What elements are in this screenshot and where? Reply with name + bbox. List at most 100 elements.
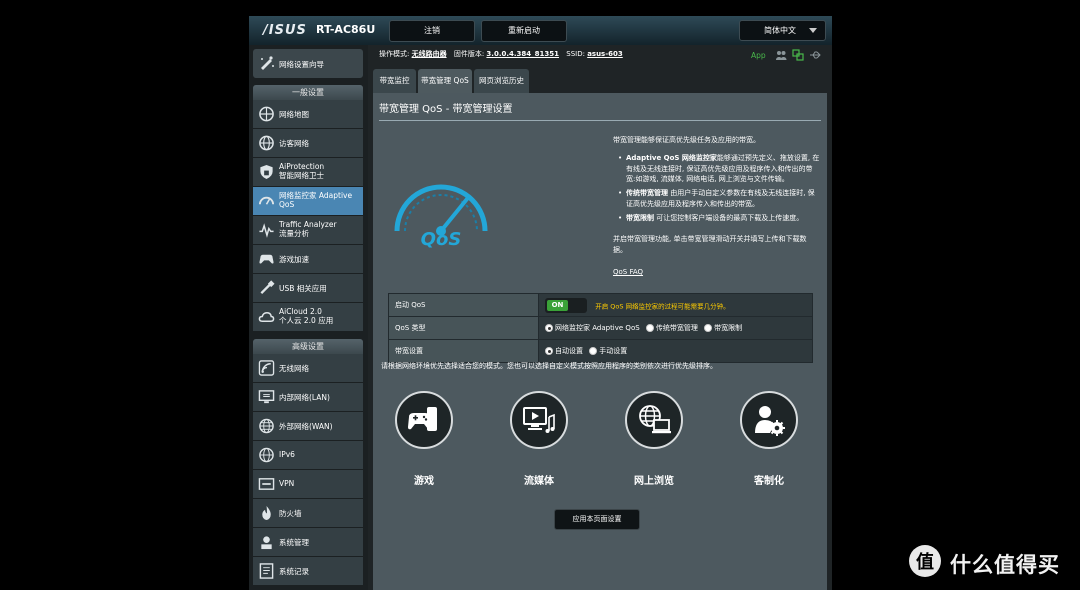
firmware-link[interactable]: 3.0.0.4.384_81351	[486, 50, 559, 58]
sidebar-item-vpn[interactable]: VPN	[253, 470, 363, 499]
mode-customize-label: 客制化	[754, 476, 784, 487]
asus-logo: /ISUS	[263, 23, 307, 38]
sidebar-item-lan[interactable]: 内部网络(LAN)	[253, 383, 363, 412]
ssid-link[interactable]: asus-603	[587, 50, 623, 58]
network-map-icon	[259, 106, 274, 122]
sidebar-item-ipv6-globe[interactable]: IPv6	[253, 441, 363, 470]
tab-bandwidth-monitor[interactable]: 带宽监控	[373, 69, 416, 93]
sidebar-item-aiprotection[interactable]: AiProtection 智能网络卫士	[253, 158, 363, 187]
sidebar-item-guest-network[interactable]: 访客网络	[253, 129, 363, 158]
app-link[interactable]: App	[751, 51, 766, 60]
mode-web-surfing[interactable]: 网上浏览	[619, 391, 689, 487]
ipv6-globe-icon	[259, 447, 274, 463]
operation-mode-label: 操作模式:	[379, 50, 410, 58]
main-panel: 带宽管理 QoS - 带宽管理设置 QoS 带宽管理能够保证高优先级任务及应用的…	[373, 93, 827, 590]
sidebar-item-label-line1: 网络地图	[279, 110, 309, 119]
bandwidth-setting-label: 带宽设置	[388, 339, 539, 363]
bullet-traditional-bold: 传统带宽管理	[626, 189, 668, 197]
sidebar-item-label: 网络监控家 Adaptive QoS	[279, 191, 352, 209]
log-icon	[259, 563, 274, 579]
qos-speedometer-icon	[258, 196, 275, 205]
enable-qos-label: 启动 QoS	[388, 293, 539, 317]
qos-faq-link[interactable]: QoS FAQ	[613, 268, 643, 276]
sidebar-item-label: Traffic Analyzer 流量分析	[279, 220, 337, 238]
clients-icon[interactable]	[775, 49, 787, 61]
sidebar-item-cloud[interactable]: AiCloud 2.0 个人云 2.0 应用	[253, 303, 363, 332]
sidebar-item-traffic-analyzer[interactable]: Traffic Analyzer 流量分析	[253, 216, 363, 245]
bullet-traditional: 传统带宽管理 由用户手动自定义参数在有线及无线连接时, 保证高优先级应用及程序传…	[618, 188, 821, 209]
cloud-icon	[258, 312, 275, 322]
page-title: 带宽管理 QoS - 带宽管理设置	[379, 104, 513, 115]
radio-adaptive-qos[interactable]	[545, 324, 553, 332]
sidebar-item-label: AiProtection 智能网络卫士	[279, 162, 324, 180]
sidebar-item-label-line1: 防火墙	[279, 509, 302, 518]
operation-mode-link[interactable]: 无线路由器	[412, 50, 447, 58]
guest-network-icon	[259, 135, 274, 151]
sidebar-item-label-line1: VPN	[279, 479, 295, 488]
table-row: 带宽设置 自动设置 手动设置	[388, 339, 813, 363]
sidebar-item-label-line1: AiProtection	[279, 162, 325, 171]
sidebar-item-label: 内部网络(LAN)	[279, 392, 330, 403]
intro-text: 带宽管理能够保证高优先级任务及应用的带宽。	[613, 136, 760, 144]
svg-text:值: 值	[916, 551, 934, 573]
bullet-limiter-bold: 带宽限制	[626, 214, 654, 222]
network-setup-wizard-button[interactable]: 网络设置向导	[253, 49, 363, 78]
sidebar-item-label-line1: 内部网络(LAN)	[279, 393, 330, 402]
customize-icon	[755, 406, 785, 436]
wizard-label: 网络设置向导	[279, 60, 324, 69]
sidebar-item-label-line1: 系统记录	[279, 567, 309, 576]
sidebar-item-log[interactable]: 系统记录	[253, 557, 363, 586]
toggle-state: ON	[547, 299, 568, 311]
aiprotection-icon	[260, 164, 273, 180]
sidebar-item-usb[interactable]: USB 相关应用	[253, 274, 363, 303]
sidebar-item-label: IPv6	[279, 450, 295, 459]
sidebar-item-qos-speedometer[interactable]: 网络监控家 Adaptive QoS	[253, 187, 363, 216]
reboot-button[interactable]: 重新启动	[481, 20, 567, 42]
radio-manual-setting-label: 手动设置	[599, 347, 628, 355]
watermark-text: 什么值得买	[950, 553, 1060, 577]
sidebar-item-label-line2: 流量分析	[279, 229, 309, 238]
sidebar-item-firewall[interactable]: 防火墙	[253, 499, 363, 528]
sidebar-item-wan-globe[interactable]: 外部网络(WAN)	[253, 412, 363, 441]
qos-settings-table: 启动 QoS ON 开启 QoS 网络监控家的过程可能需要几分钟。 QoS 类型…	[388, 293, 813, 363]
usb-status-icon[interactable]	[809, 49, 821, 61]
radio-adaptive-qos-label: 网络监控家 Adaptive QoS	[555, 324, 640, 332]
tab-web-history[interactable]: 网页浏览历史	[474, 69, 529, 93]
sidebar-item-label: 系统管理	[279, 537, 309, 548]
sidebar-item-label: 外部网络(WAN)	[279, 421, 333, 432]
language-value: 简体中文	[764, 26, 796, 35]
radio-traditional-qos[interactable]	[645, 324, 654, 332]
logout-button[interactable]: 注销	[389, 20, 475, 42]
sidebar-item-label: 游戏加速	[279, 254, 309, 265]
sidebar-item-label: USB 相关应用	[279, 283, 327, 294]
admin-icon	[261, 536, 272, 550]
tab-qos[interactable]: 带宽管理 QoS	[418, 69, 472, 93]
mode-media-streaming[interactable]: 流媒体	[504, 391, 574, 487]
vpn-icon	[258, 478, 275, 490]
radio-manual-setting[interactable]	[589, 347, 598, 355]
chevron-down-icon	[809, 28, 817, 33]
radio-bandwidth-limiter[interactable]	[704, 324, 713, 332]
sidebar-item-admin[interactable]: 系统管理	[253, 528, 363, 557]
mode-customize[interactable]: 客制化	[734, 391, 804, 487]
sidebar-item-wireless[interactable]: 无线网络	[253, 354, 363, 383]
mode-gaming[interactable]: 游戏	[389, 391, 459, 487]
gaming-icon	[408, 407, 437, 431]
link-status-icon[interactable]	[792, 49, 804, 61]
traffic-analyzer-icon	[259, 223, 274, 238]
firmware-label: 固件版本:	[453, 50, 485, 58]
apply-settings-button[interactable]: 应用本页面设置	[554, 509, 640, 530]
radio-auto-setting[interactable]	[545, 347, 553, 355]
sidebar-item-gamepad[interactable]: 游戏加速	[253, 245, 363, 274]
language-select[interactable]: 简体中文	[739, 20, 826, 41]
qos-toggle[interactable]: ON	[545, 297, 587, 313]
table-row: QoS 类型 网络监控家 Adaptive QoS 传统带宽管理 带宽限制	[388, 316, 813, 340]
enable-instruction: 并启带宽管理功能, 单击带宽管理滑动开关并填写上传和下载数据。	[613, 235, 807, 254]
sidebar-item-label-line2: QoS	[279, 200, 295, 209]
wizard-icon	[261, 56, 274, 70]
radio-traditional-qos-label: 传统带宽管理	[655, 324, 698, 332]
gamepad-icon	[259, 254, 274, 264]
bullet-limiter-text: 可让您控制客户端设备的最高下载及上传速度。	[654, 214, 804, 222]
mode-media-streaming-label: 流媒体	[524, 476, 554, 487]
sidebar-item-network-map[interactable]: 网络地图	[253, 100, 363, 129]
